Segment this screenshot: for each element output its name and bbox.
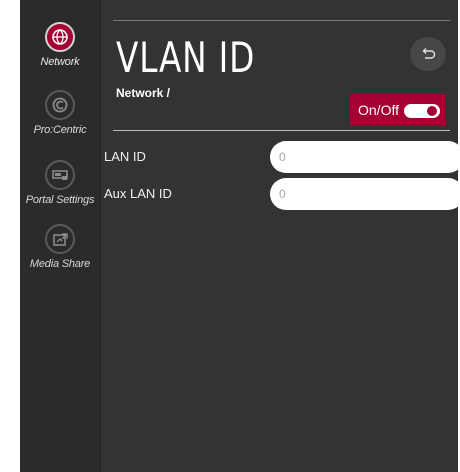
onoff-label: On/Off [358, 102, 399, 118]
breadcrumb: Network / [116, 86, 171, 100]
onoff-toggle-button[interactable]: On/Off [350, 94, 446, 126]
sidebar-item-procentric[interactable]: Pro:Centric [20, 90, 100, 136]
sidebar-item-label: Pro:Centric [33, 124, 87, 136]
sidebar-item-media-share[interactable]: Media Share [20, 224, 100, 270]
network-globe-icon [45, 22, 75, 52]
sidebar-item-label: Network [40, 56, 80, 68]
lan-id-input[interactable] [270, 141, 460, 173]
sidebar: Network Pro:Centric Portal Settings Medi… [20, 0, 101, 472]
toggle-switch[interactable] [404, 104, 440, 118]
aux-lan-id-label: Aux LAN ID [104, 186, 172, 201]
toggle-knob [427, 106, 437, 116]
divider [113, 20, 450, 21]
media-share-icon [45, 224, 75, 254]
main-panel: VLAN ID Network / On/Off LAN ID Aux LAN … [100, 0, 460, 472]
lan-id-label: LAN ID [104, 149, 146, 164]
portal-settings-icon [45, 160, 75, 190]
aux-lan-id-input[interactable] [270, 178, 460, 210]
sidebar-item-network[interactable]: Network [20, 22, 100, 68]
app-frame: Network Pro:Centric Portal Settings Medi… [20, 0, 460, 472]
back-arrow-icon [422, 48, 436, 59]
back-button[interactable] [410, 37, 446, 71]
divider [113, 130, 450, 131]
sidebar-item-label: Portal Settings [25, 194, 95, 206]
procentric-icon [45, 90, 75, 120]
page-title: VLAN ID [116, 33, 256, 82]
sidebar-item-label: Media Share [29, 258, 91, 270]
sidebar-item-portal-settings[interactable]: Portal Settings [20, 160, 100, 206]
